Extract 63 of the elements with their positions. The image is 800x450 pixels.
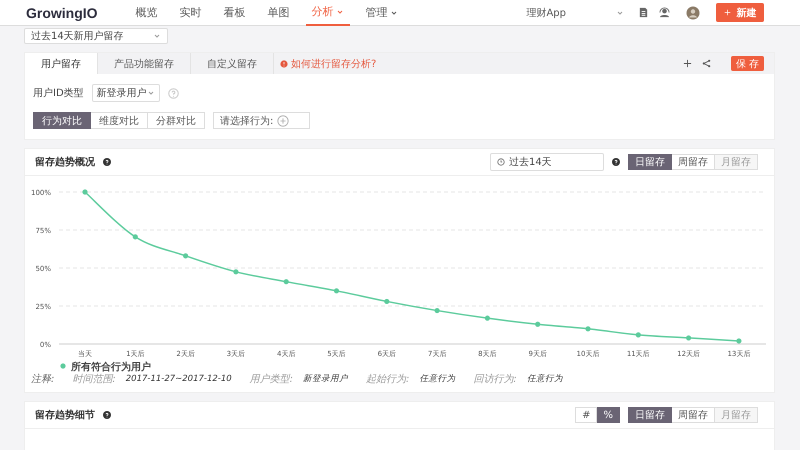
nav-tab[interactable]: 单图 bbox=[262, 0, 296, 26]
add-icon[interactable] bbox=[683, 59, 692, 68]
value-format-tab[interactable]: % bbox=[597, 407, 620, 423]
note-value: 任意行为 bbox=[526, 373, 563, 385]
caret-icon bbox=[153, 32, 161, 40]
legend-label: 所有符合行为用户 bbox=[71, 362, 151, 372]
granularity-tab[interactable]: 日留存 bbox=[628, 407, 672, 423]
data-point bbox=[334, 288, 340, 294]
clock-icon bbox=[497, 158, 505, 166]
notes-label: 注释: bbox=[31, 372, 54, 386]
behavior-picker[interactable]: 请选择行为: bbox=[213, 112, 310, 129]
help-icon[interactable] bbox=[612, 158, 620, 166]
add-circle-icon bbox=[277, 114, 290, 126]
user-icon[interactable] bbox=[659, 7, 670, 18]
plus-icon bbox=[724, 9, 730, 16]
data-point bbox=[233, 269, 238, 274]
document-icon[interactable] bbox=[638, 7, 649, 18]
help-icon[interactable] bbox=[103, 411, 111, 419]
nav-tab[interactable]: 概览 bbox=[130, 0, 164, 26]
compare-tab[interactable]: 维度对比 bbox=[91, 112, 148, 129]
note-value: 新登录用户 bbox=[303, 373, 348, 385]
compare-tab[interactable]: 分群对比 bbox=[148, 112, 205, 129]
section-title: 留存趋势细节 bbox=[35, 408, 95, 422]
compare-tab[interactable]: 行为对比 bbox=[33, 112, 91, 129]
nav-tab[interactable]: 看板 bbox=[218, 0, 252, 26]
note-label: 用户类型: bbox=[250, 372, 294, 386]
data-point bbox=[686, 335, 692, 341]
help-icon[interactable] bbox=[103, 158, 111, 166]
user-type-dropdown[interactable]: 新登录用户 bbox=[92, 84, 160, 102]
nav-tab[interactable]: 实时 bbox=[174, 0, 208, 26]
data-point bbox=[484, 316, 490, 321]
data-point bbox=[535, 322, 540, 327]
nav-tab[interactable]: 管理 bbox=[360, 0, 404, 26]
data-point bbox=[736, 338, 742, 344]
granularity-tab[interactable]: 周留存 bbox=[672, 154, 715, 170]
note-value: 任意行为 bbox=[419, 373, 456, 385]
value-format-tab[interactable]: # bbox=[575, 407, 598, 423]
warning-icon bbox=[280, 60, 288, 68]
data-point bbox=[585, 326, 591, 332]
report-dropdown[interactable]: 过去14天新用户留存 bbox=[24, 28, 168, 44]
data-point bbox=[384, 298, 390, 304]
data-point bbox=[132, 234, 138, 240]
caret-icon bbox=[616, 8, 624, 16]
share-icon[interactable] bbox=[702, 59, 711, 68]
granularity-tab[interactable]: 日留存 bbox=[628, 154, 672, 170]
app-selector[interactable]: 理财App bbox=[526, 6, 624, 20]
caret-icon bbox=[146, 89, 155, 97]
field-label: 用户ID类型 bbox=[33, 86, 84, 100]
data-point bbox=[183, 253, 188, 258]
data-point bbox=[284, 279, 289, 284]
data-point bbox=[82, 189, 88, 195]
note-value: 2017-11-27~2017-12-10 bbox=[126, 374, 232, 384]
note-label: 起始行为: bbox=[366, 372, 410, 386]
granularity-tab[interactable]: 周留存 bbox=[672, 407, 715, 423]
data-point bbox=[434, 308, 440, 314]
note-label: 回访行为: bbox=[473, 372, 517, 386]
note-label: 时间范围: bbox=[72, 372, 116, 386]
logo[interactable]: GrowingIO bbox=[26, 4, 98, 20]
tab[interactable]: 用户留存 bbox=[25, 53, 98, 74]
section-title: 留存趋势概况 bbox=[35, 156, 95, 169]
data-point bbox=[636, 332, 641, 338]
date-range-field[interactable]: 过去14天 bbox=[490, 153, 604, 171]
avatar-icon[interactable] bbox=[686, 6, 700, 20]
